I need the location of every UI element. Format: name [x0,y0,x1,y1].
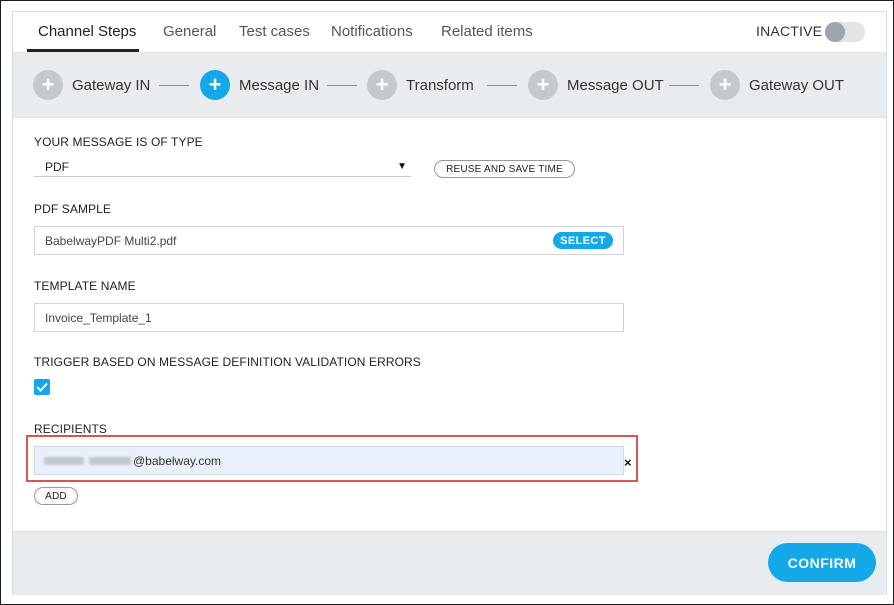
plus-icon: + [528,70,558,100]
step-message-out[interactable]: + Message OUT [528,70,664,100]
redacted-name [89,457,131,465]
check-icon [36,382,48,392]
step-transform[interactable]: + Transform [367,70,474,100]
reuse-and-save-time-button[interactable]: REUSE AND SAVE TIME [434,160,575,178]
step-connector [669,85,699,86]
active-toggle[interactable] [825,22,865,42]
footer-bar: CONFIRM [13,531,886,595]
pdf-sample-field[interactable]: BabelwayPDF Multi2.pdf SELECT [34,226,624,255]
step-message-in[interactable]: + Message IN [200,70,319,100]
message-type-label: YOUR MESSAGE IS OF TYPE [34,135,203,149]
step-connector [327,85,357,86]
recipient-email-field[interactable]: @babelway.com [34,446,624,475]
plus-icon: + [200,70,230,100]
confirm-button[interactable]: CONFIRM [768,543,876,582]
plus-icon: + [33,70,63,100]
message-type-select[interactable]: PDF ▼ [34,159,411,177]
step-connector [487,85,517,86]
channel-panel: Channel Steps General Test cases Notific… [12,11,887,595]
active-tab-indicator [27,49,139,52]
remove-recipient-icon[interactable]: × [624,455,632,470]
status-label: INACTIVE [756,23,823,39]
tab-notifications[interactable]: Notifications [331,23,413,40]
pdf-sample-label: PDF SAMPLE [34,202,112,216]
steps-bar: + Gateway IN + Message IN + Transform + … [13,53,886,118]
template-name-value: Invoice_Template_1 [45,311,152,325]
step-label: Message OUT [567,76,664,94]
plus-icon: + [367,70,397,100]
step-label: Transform [406,76,474,94]
tab-test-cases[interactable]: Test cases [239,23,310,40]
message-type-value: PDF [45,160,69,174]
trigger-checkbox[interactable] [34,379,50,395]
tab-general[interactable]: General [163,23,216,40]
step-label: Gateway OUT [749,76,845,94]
tab-bar: Channel Steps General Test cases Notific… [13,12,886,53]
toggle-knob [825,22,845,42]
chevron-down-icon: ▼ [397,161,407,172]
step-gateway-in[interactable]: + Gateway IN [33,70,150,100]
step-connector [159,85,189,86]
recipients-label: RECIPIENTS [34,422,108,436]
select-file-button[interactable]: SELECT [553,232,613,249]
step-label: Gateway IN [72,76,151,94]
step-label: Message IN [239,76,320,94]
template-name-label: TEMPLATE NAME [34,279,136,293]
pdf-sample-value: BabelwayPDF Multi2.pdf [45,234,177,248]
redacted-name [44,457,84,465]
tab-channel-steps[interactable]: Channel Steps [38,23,136,40]
add-recipient-button[interactable]: ADD [34,487,78,505]
tab-related-items[interactable]: Related items [441,23,533,40]
trigger-label: TRIGGER BASED ON MESSAGE DEFINITION VALI… [34,355,421,369]
step-gateway-out[interactable]: + Gateway OUT [710,70,844,100]
recipient-email-domain: @babelway.com [133,454,221,468]
window-frame: Channel Steps General Test cases Notific… [0,0,894,605]
template-name-field[interactable]: Invoice_Template_1 [34,303,624,332]
plus-icon: + [710,70,740,100]
